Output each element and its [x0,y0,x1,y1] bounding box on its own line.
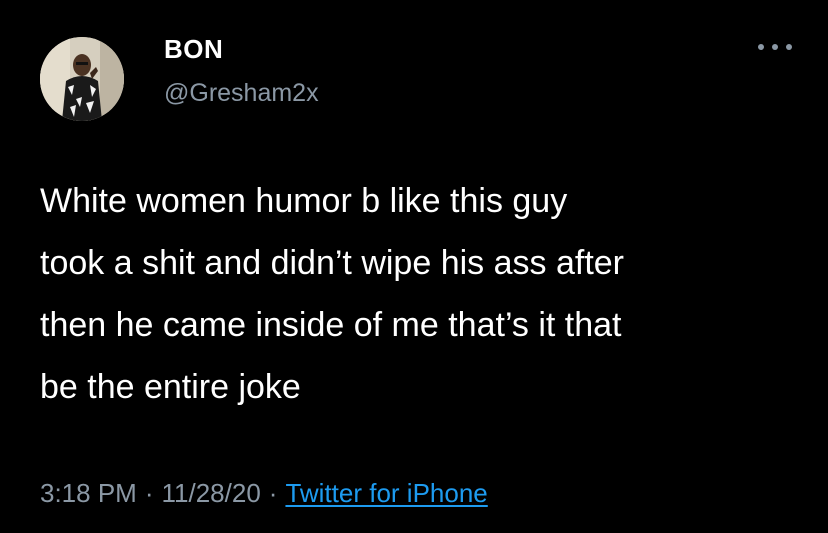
meta-separator: · [144,478,154,508]
avatar[interactable] [40,37,124,121]
meta-separator: · [268,478,278,508]
ellipsis-icon [786,44,792,50]
tweet-date: 11/28/20 [161,478,261,508]
display-name[interactable]: BON [164,33,223,65]
tweet-card: BON @Gresham2x White women humor b like … [0,0,828,533]
user-handle[interactable]: @Gresham2x [164,78,319,108]
tweet-time: 3:18 PM [40,478,137,508]
tweet-source-link[interactable]: Twitter for iPhone [285,478,487,508]
tweet-meta: 3:18 PM · 11/28/20 · Twitter for iPhone [40,476,488,510]
ellipsis-icon [772,44,778,50]
more-options-button[interactable] [758,36,792,58]
profile-photo-icon [40,37,124,121]
tweet-text: White women humor b like this guy took a… [40,182,624,406]
ellipsis-icon [758,44,764,50]
